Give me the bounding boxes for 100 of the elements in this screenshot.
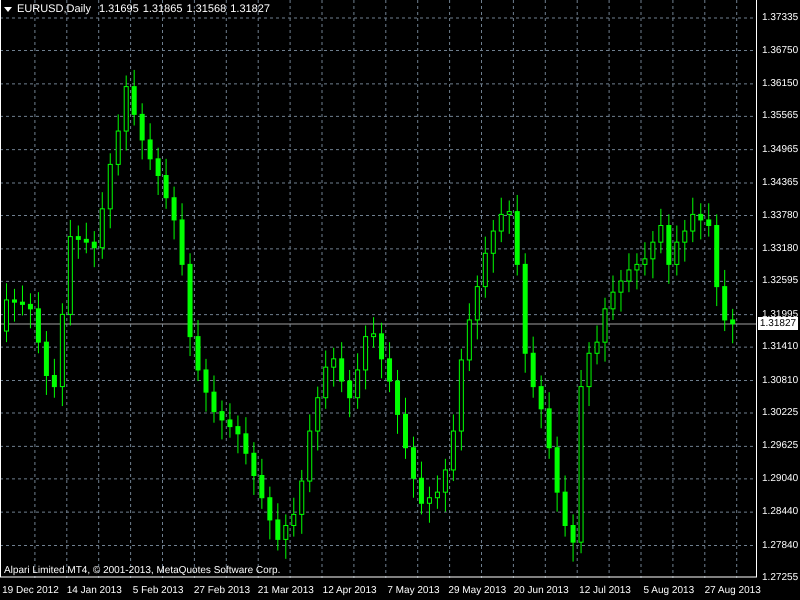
price-tick-label: 1.29625	[762, 439, 798, 454]
candlestick	[387, 342, 392, 393]
candlestick	[355, 352, 360, 410]
candlestick	[642, 242, 648, 276]
candlestick	[363, 325, 368, 390]
candlestick	[20, 285, 25, 316]
date-tick-label: 5 Aug 2013	[644, 584, 694, 597]
price-tick-label: 1.33180	[762, 242, 798, 256]
candlestick	[418, 461, 424, 515]
quote-value: 1.31865	[142, 3, 182, 16]
candlestick	[618, 269, 624, 312]
price-tick-label: 1.31410	[762, 340, 798, 354]
price-tick-label: 1.28440	[762, 505, 798, 520]
candlestick	[403, 397, 408, 460]
candlestick	[172, 186, 177, 240]
candlestick	[706, 202, 712, 238]
candlestick	[410, 436, 416, 498]
price-tick-label: 1.34365	[762, 176, 798, 190]
candlestick	[674, 225, 680, 276]
date-tick-label: 5 Feb 2013	[132, 584, 184, 597]
date-tick-label: 20 Jun 2013	[514, 584, 569, 597]
candlestick	[44, 330, 49, 396]
candlestick	[466, 302, 472, 372]
candlestick	[602, 297, 608, 362]
price-tick-label: 1.31995	[762, 308, 798, 320]
current-price-label: 1.31827	[758, 317, 798, 330]
date-tick-label: 14 Jan 2013	[66, 584, 122, 597]
candlestick	[339, 342, 344, 393]
candlestick	[12, 288, 17, 322]
date-tick-label: 12 Apr 2013	[322, 584, 377, 597]
candlestick	[251, 442, 256, 496]
candlestick	[371, 316, 376, 348]
candlestick	[546, 392, 552, 460]
date-tick-label: 7 May 2013	[387, 584, 440, 597]
price-tick-label: 1.29040	[762, 472, 798, 486]
candlestick	[4, 282, 9, 343]
date-tick-label: 29 May 2013	[448, 584, 506, 597]
candlestick	[259, 458, 264, 510]
candlestick	[275, 502, 280, 551]
candlestick	[84, 222, 89, 254]
price-tick-label: 1.30225	[762, 406, 798, 420]
candlestick	[100, 192, 105, 260]
candlestick	[291, 497, 296, 538]
candlestick	[570, 514, 576, 562]
candlestick	[36, 292, 41, 354]
candlestick	[211, 375, 216, 424]
quote-value: 1.31695	[98, 3, 139, 16]
candlestick	[132, 69, 137, 126]
price-tick-label: 1.32595	[762, 274, 798, 288]
price-tick-label: 1.37335	[762, 11, 798, 25]
quote-value: 1.31568	[186, 3, 226, 16]
price-tick-label: 1.30810	[762, 374, 798, 388]
candlestick	[140, 102, 145, 160]
candlestick	[562, 475, 568, 538]
candlestick	[530, 336, 536, 398]
candlestick	[267, 486, 272, 540]
price-tick-label: 1.33780	[762, 208, 798, 222]
candlestick	[379, 322, 384, 379]
candlestick	[594, 325, 600, 365]
candlestick	[164, 158, 169, 210]
date-tick-label: 12 Jul 2013	[579, 584, 631, 597]
date-tick-label: 27 Aug 2013	[704, 584, 761, 597]
candlestick	[730, 308, 736, 344]
candlestick	[283, 514, 288, 560]
candlestick	[666, 214, 672, 284]
dropdown-icon[interactable]	[4, 6, 12, 12]
candlestick	[634, 252, 640, 290]
candlestick	[243, 416, 248, 465]
date-tick-label: 27 Feb 2013	[194, 584, 250, 597]
price-tick-label: 1.36750	[762, 44, 798, 58]
candlestick	[682, 219, 688, 262]
quote-value: 1.31827	[230, 3, 270, 16]
candlestick	[626, 252, 632, 293]
candlestick	[235, 415, 240, 454]
candlestick	[490, 219, 496, 274]
candlestick	[610, 275, 616, 320]
candlestick	[347, 369, 352, 418]
candlestick	[156, 147, 161, 196]
candlestick	[331, 347, 336, 388]
candlestick	[395, 369, 400, 434]
candlestick	[658, 208, 664, 254]
candlestick	[426, 486, 432, 524]
candlestick	[698, 202, 704, 240]
candlestick	[148, 122, 153, 170]
candlestick	[650, 230, 656, 279]
candlestick	[482, 236, 488, 298]
candlestick	[434, 475, 440, 510]
candlestick	[506, 200, 512, 234]
candlestick	[450, 414, 456, 482]
date-tick-label: 21 Mar 2013	[258, 584, 314, 597]
date-tick-label: 19 Dec 2012	[2, 584, 59, 597]
candlestick	[323, 350, 328, 410]
candlestick	[116, 114, 121, 176]
candlestick	[204, 358, 208, 412]
symbol-label: EURUSD,Daily	[17, 3, 91, 16]
candlestick	[498, 197, 504, 243]
candlestick	[315, 386, 320, 451]
candlestick	[196, 319, 201, 382]
price-tick-label: 1.27255	[762, 571, 798, 585]
candlestick	[442, 458, 448, 512]
